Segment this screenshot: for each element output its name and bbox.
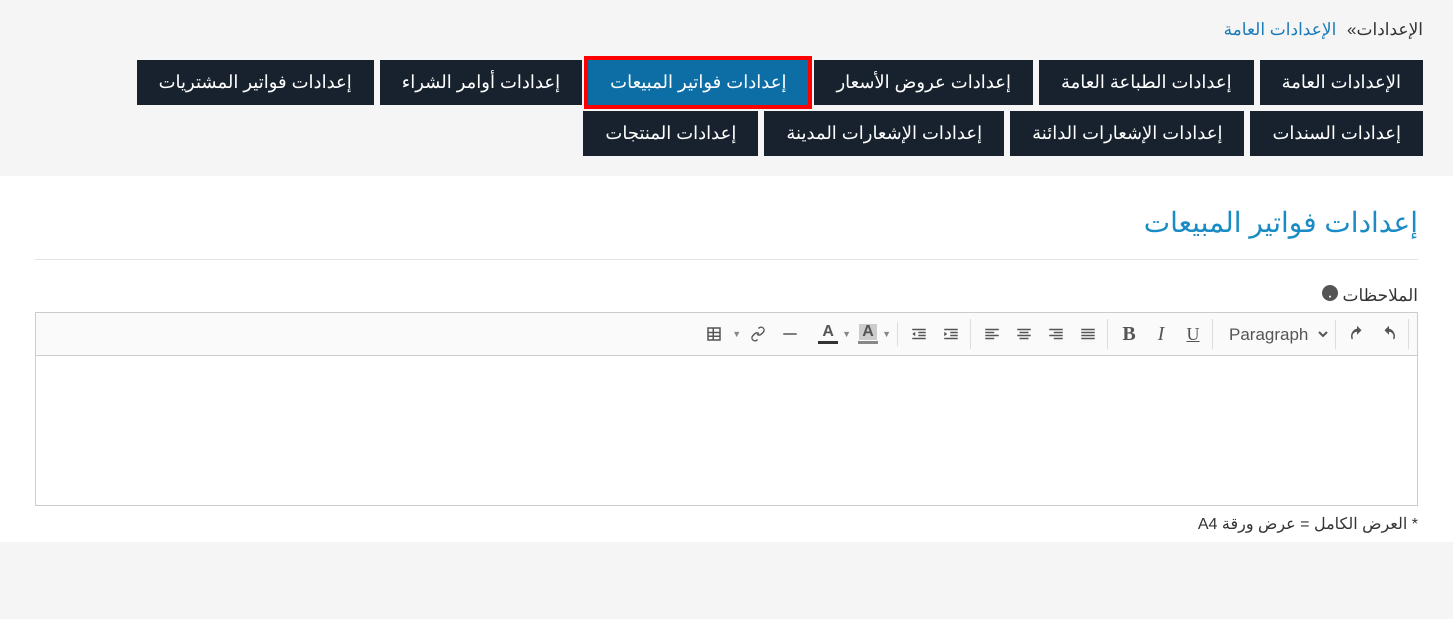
hr-button[interactable] (775, 319, 805, 349)
format-select[interactable]: Paragraph (1219, 320, 1331, 349)
underline-button[interactable]: U (1178, 319, 1208, 349)
chevron-down-icon: ▼ (842, 329, 851, 339)
content-area: إعدادات فواتير المبيعات الملاحظات Paragr… (0, 176, 1453, 542)
outdent-button[interactable] (904, 319, 934, 349)
align-right-button[interactable] (1041, 319, 1071, 349)
tabs-container: الإعدادات العامة إعدادات الطباعة العامة … (0, 50, 1453, 176)
bg-color-bar (858, 341, 878, 344)
tb-group-indent (900, 319, 971, 349)
tab-products[interactable]: إعدادات المنتجات (583, 111, 758, 156)
footer-note: * العرض الكامل = عرض ورقة A4 (35, 506, 1418, 542)
notes-label: الملاحظات (1342, 286, 1418, 306)
breadcrumb-root[interactable]: الإعدادات» (1347, 20, 1423, 39)
align-justify-button[interactable] (1073, 319, 1103, 349)
table-button[interactable] (699, 319, 729, 349)
tb-group-format: Paragraph (1215, 320, 1336, 349)
breadcrumb-current[interactable]: الإعدادات العامة (1224, 20, 1337, 39)
tabs-row-2: إعدادات السندات إعدادات الإشعارات الدائن… (30, 111, 1423, 156)
align-center-button[interactable] (1009, 319, 1039, 349)
redo-button[interactable] (1374, 319, 1404, 349)
editor-toolbar: Paragraph B I U (35, 312, 1418, 356)
bold-button[interactable]: B (1114, 319, 1144, 349)
tab-purchase-invoices[interactable]: إعدادات فواتير المشتريات (137, 60, 374, 105)
tb-group-color: A ▼ A ▼ (811, 322, 898, 346)
text-color-bar (818, 341, 838, 344)
tab-sales-invoices[interactable]: إعدادات فواتير المبيعات (588, 60, 808, 105)
italic-button[interactable]: I (1146, 319, 1176, 349)
text-color-letter: A (822, 324, 834, 340)
notes-editor[interactable] (35, 356, 1418, 506)
chevron-down-icon: ▼ (882, 329, 891, 339)
align-left-button[interactable] (977, 319, 1007, 349)
tab-vouchers[interactable]: إعدادات السندات (1250, 111, 1423, 156)
tab-purchase-orders[interactable]: إعدادات أوامر الشراء (380, 60, 582, 105)
link-button[interactable] (743, 319, 773, 349)
notes-label-row: الملاحظات (35, 285, 1418, 306)
chevron-down-icon: ▼ (732, 329, 741, 339)
tabs-row-1: الإعدادات العامة إعدادات الطباعة العامة … (30, 60, 1423, 105)
breadcrumb: الإعدادات» الإعدادات العامة (0, 0, 1453, 50)
tab-credit-notes[interactable]: إعدادات الإشعارات الدائنة (1010, 111, 1244, 156)
page-title: إعدادات فواتير المبيعات (35, 206, 1418, 239)
tab-quotes[interactable]: إعدادات عروض الأسعار (814, 60, 1033, 105)
undo-button[interactable] (1342, 319, 1372, 349)
tab-print-general[interactable]: إعدادات الطباعة العامة (1039, 60, 1254, 105)
indent-button[interactable] (936, 319, 966, 349)
text-color-button[interactable]: A ▼ (815, 322, 853, 346)
tab-debit-notes[interactable]: إعدادات الإشعارات المدينة (764, 111, 1004, 156)
divider (35, 259, 1418, 260)
tb-group-insert: ▼ (695, 319, 809, 349)
tab-general[interactable]: الإعدادات العامة (1260, 60, 1423, 105)
help-icon[interactable] (1322, 285, 1338, 306)
tb-group-align (973, 319, 1108, 349)
tb-group-history (1338, 319, 1409, 349)
bg-color-letter: A (859, 324, 877, 340)
bg-color-button[interactable]: A ▼ (855, 322, 893, 346)
tb-group-text: B I U (1110, 319, 1213, 349)
